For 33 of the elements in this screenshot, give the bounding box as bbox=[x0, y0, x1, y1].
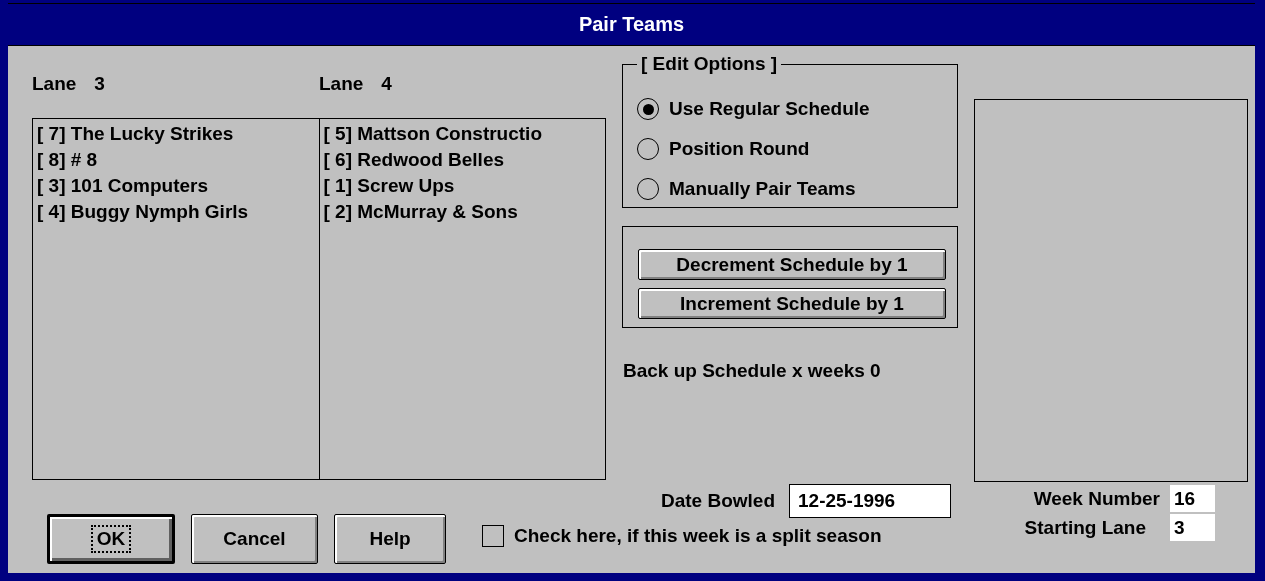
radio-button[interactable] bbox=[637, 178, 659, 200]
schedule-button[interactable]: Decrement Schedule by 1 bbox=[638, 249, 946, 280]
checkbox[interactable] bbox=[482, 525, 504, 547]
dialog-button[interactable]: Help bbox=[334, 514, 446, 564]
dialog-button[interactable]: Cancel bbox=[191, 514, 318, 564]
lane-label: Lane bbox=[319, 73, 364, 95]
number-field[interactable]: 16 bbox=[1170, 485, 1215, 512]
radio-button[interactable] bbox=[637, 98, 659, 120]
date-field[interactable]: 12-25-1996 bbox=[789, 484, 951, 518]
radio-label[interactable]: Manually Pair Teams bbox=[669, 178, 856, 200]
field-label: Date Bowled bbox=[660, 490, 775, 512]
lane-label: Lane bbox=[32, 73, 77, 95]
radio-label[interactable]: Use Regular Schedule bbox=[669, 98, 870, 120]
lane-number: 4 bbox=[381, 73, 392, 95]
team-item[interactable]: [ 3] 101 Computers bbox=[37, 173, 209, 199]
field-label: Starting Lane bbox=[1023, 516, 1147, 539]
team-item[interactable]: [ 1] Screw Ups bbox=[323, 173, 455, 199]
team-item[interactable]: [ 5] Mattson Constructio bbox=[323, 121, 542, 147]
number-field[interactable]: 3 bbox=[1170, 514, 1215, 541]
schedule-button[interactable]: Increment Schedule by 1 bbox=[638, 288, 946, 319]
team-item[interactable]: [ 4] Buggy Nymph Girls bbox=[37, 199, 249, 225]
team-item[interactable]: [ 6] Redwood Belles bbox=[323, 147, 505, 173]
dialog-button[interactable]: OK bbox=[47, 514, 175, 564]
lane-number: 3 bbox=[94, 73, 105, 95]
window-title: Pair Teams bbox=[578, 13, 685, 36]
field-label: Week Number bbox=[1032, 487, 1161, 510]
team-item[interactable]: [ 8] # 8 bbox=[37, 147, 98, 173]
team-item[interactable]: [ 2] McMurray & Sons bbox=[323, 199, 518, 225]
backup-text: Back up Schedule x weeks 0 bbox=[623, 360, 882, 382]
radio-button[interactable] bbox=[637, 138, 659, 160]
checkbox-label[interactable]: Check here, if this week is a split season bbox=[514, 525, 882, 547]
team-item[interactable]: [ 7] The Lucky Strikes bbox=[37, 121, 234, 147]
radio-label[interactable]: Position Round bbox=[669, 138, 810, 160]
